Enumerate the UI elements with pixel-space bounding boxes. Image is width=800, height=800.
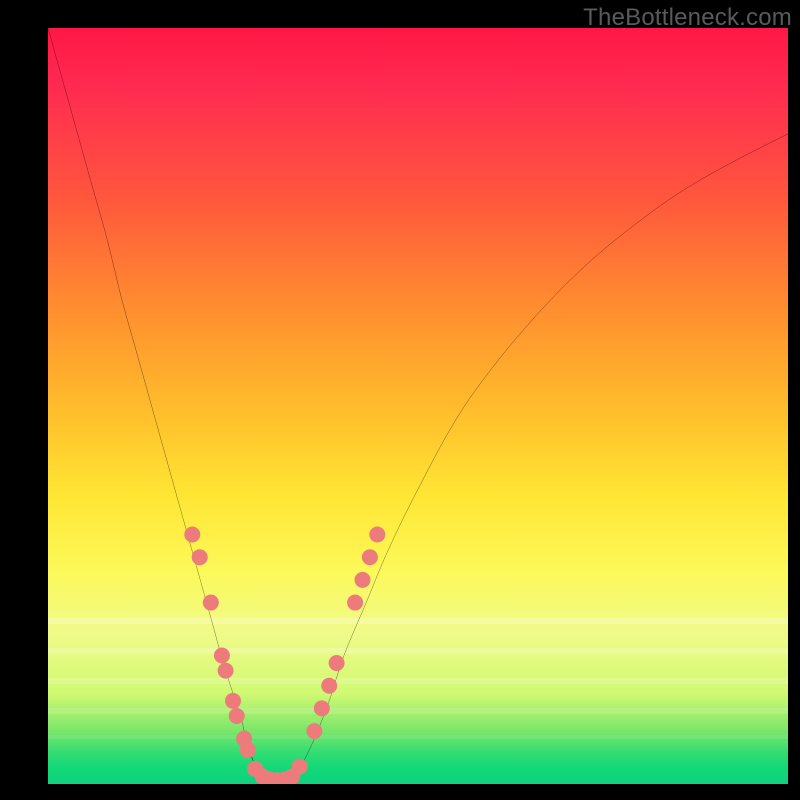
marker-dot: [355, 572, 371, 588]
marker-dot: [214, 647, 230, 663]
curve-envelope-left: [48, 28, 270, 780]
marker-dot: [314, 700, 330, 716]
curve-envelope-right: [292, 134, 788, 780]
line-series-group: [48, 28, 788, 781]
marker-dot: [229, 708, 245, 724]
marker-dot: [225, 693, 241, 709]
plot-area: [48, 28, 788, 784]
marker-dot: [306, 723, 322, 739]
marker-dot: [240, 742, 256, 758]
marker-dot: [218, 663, 234, 679]
marker-dot: [184, 527, 200, 543]
marker-series-group: [184, 527, 385, 784]
marker-dot: [321, 678, 337, 694]
marker-dot: [347, 595, 363, 611]
marker-dot: [203, 595, 219, 611]
marker-dot: [362, 549, 378, 565]
marker-dot: [292, 759, 308, 775]
marker-dot: [329, 655, 345, 671]
marker-dot: [192, 549, 208, 565]
chart-svg: [48, 28, 788, 784]
marker-dot: [369, 527, 385, 543]
figure-container: TheBottleneck.com: [0, 0, 800, 800]
